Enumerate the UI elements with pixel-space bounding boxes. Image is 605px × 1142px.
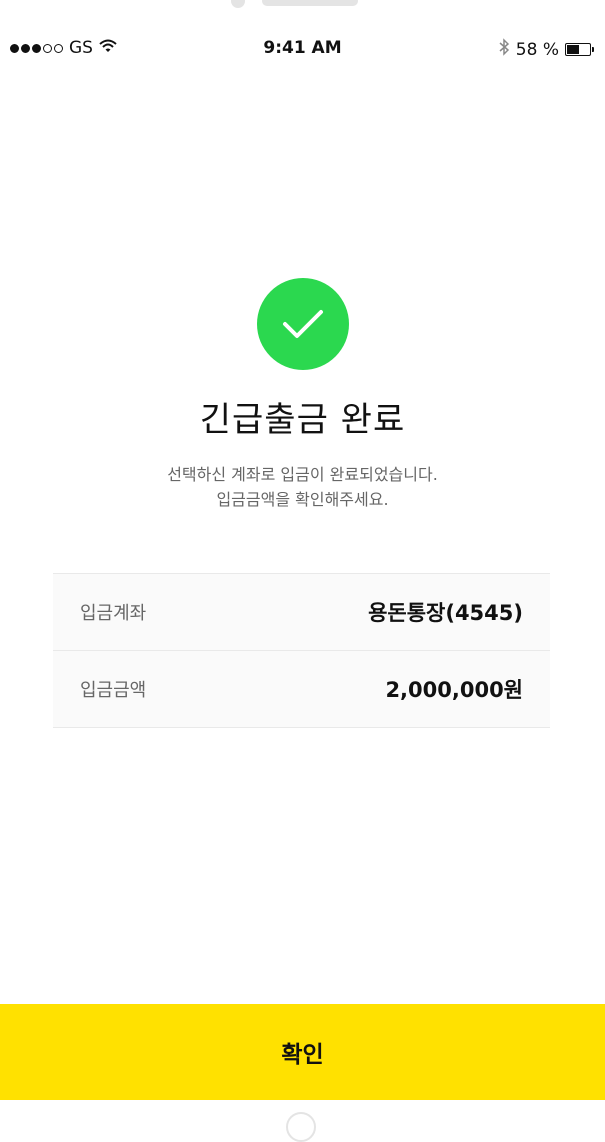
result-title: 긴급출금 완료: [199, 400, 406, 440]
deposit-amount-label: 입금금액: [80, 680, 147, 701]
deposit-account-label: 입금계좌: [80, 603, 147, 624]
battery-percent: 58 %: [515, 39, 559, 60]
status-bar: GS 9:41 AM 58 %: [0, 34, 605, 64]
deposit-account-row: 입금계좌 용돈통장(4545): [53, 574, 550, 651]
battery-level: [567, 45, 579, 54]
device-top-frame: [0, 0, 605, 10]
battery-icon: [565, 43, 594, 56]
deposit-details-table: 입금계좌 용돈통장(4545) 입금금액 2,000,000원: [53, 573, 550, 728]
bluetooth-icon: [498, 38, 510, 61]
status-right: 58 %: [498, 38, 594, 61]
check-icon: [283, 310, 323, 338]
home-indicator: [286, 1112, 316, 1142]
deposit-account-value: 용돈통장(4545): [368, 601, 523, 625]
deposit-amount-value: 2,000,000원: [385, 678, 523, 702]
subtitle-line-2: 입금금액을 확인해주세요.: [216, 490, 389, 509]
deposit-amount-row: 입금금액 2,000,000원: [53, 651, 550, 728]
confirm-button[interactable]: 확인: [0, 1004, 605, 1100]
result-subtitle: 선택하신 계좌로 입금이 완료되었습니다. 입금금액을 확인해주세요.: [0, 462, 605, 512]
speaker-grille: [262, 0, 358, 6]
success-check-badge: [257, 278, 349, 370]
camera-dot: [231, 0, 245, 8]
subtitle-line-1: 선택하신 계좌로 입금이 완료되었습니다.: [167, 465, 438, 484]
